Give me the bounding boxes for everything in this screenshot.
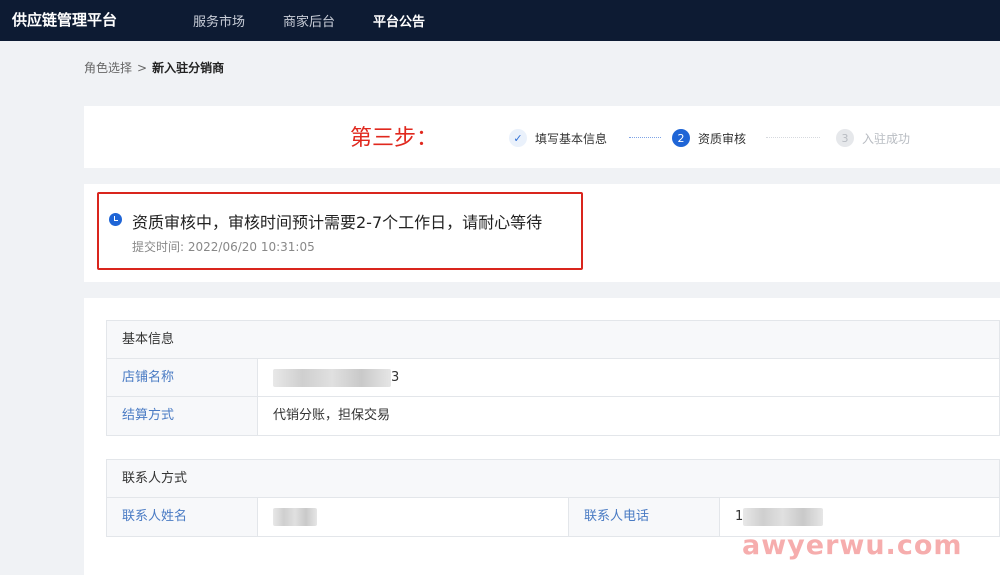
basic-info-title: 基本信息: [107, 321, 999, 359]
step-qualification-review: 2 资质审核: [672, 128, 746, 148]
step-connector: [629, 137, 661, 138]
redacted-text: [273, 507, 317, 526]
step-connector: [766, 137, 820, 138]
table-row: 店铺名称 3: [107, 359, 999, 397]
settlement-value: 代销分账，担保交易: [273, 408, 391, 423]
submit-time-label: 提交时间:: [132, 240, 185, 254]
steps-card: 第三步： ✓ 填写基本信息 2 资质审核 3 入驻成功: [84, 106, 1000, 168]
contact-name-value: [258, 498, 569, 536]
contact-table: 联系人方式 联系人姓名 联系人电话 1: [106, 459, 1000, 537]
step-label: 入驻成功: [862, 131, 911, 146]
step-success: 3 入驻成功: [836, 128, 910, 148]
contact-title: 联系人方式: [107, 460, 999, 498]
step-number-icon: 3: [836, 129, 854, 147]
basic-info-table: 基本信息 店铺名称 3 结算方式 代销分账，担保交易: [106, 320, 1000, 436]
redacted-text: [273, 368, 391, 387]
step-label: 资质审核: [698, 131, 747, 146]
nav-platform-announcement[interactable]: 平台公告: [373, 11, 425, 30]
top-navbar: 供应链管理平台 服务市场 商家后台 平台公告: [0, 0, 1000, 41]
redacted-text: [743, 507, 824, 526]
status-card: 资质审核中，审核时间预计需要2-7个工作日，请耐心等待 提交时间: 2022/0…: [84, 184, 1000, 282]
contact-phone-head: 1: [735, 509, 744, 524]
step-annotation: 第三步：: [350, 126, 439, 151]
table-row: 结算方式 代销分账，担保交易: [107, 397, 999, 435]
contact-phone-label: 联系人电话: [569, 498, 720, 536]
nav-service-market[interactable]: 服务市场: [193, 11, 245, 30]
breadcrumb: 角色选择 > 新入驻分销商: [84, 59, 224, 76]
check-icon: ✓: [509, 129, 527, 147]
nav-merchant-backend[interactable]: 商家后台: [283, 11, 335, 30]
store-name-tail: 3: [391, 370, 400, 385]
submit-time-value: 2022/06/20 10:31:05: [187, 240, 315, 254]
store-name-value: 3: [258, 359, 999, 396]
step-number-icon: 2: [672, 129, 690, 147]
clock-icon: [109, 213, 122, 226]
contact-name-label: 联系人姓名: [107, 498, 258, 536]
breadcrumb-current: 新入驻分销商: [152, 61, 225, 75]
status-message: 资质审核中，审核时间预计需要2-7个工作日，请耐心等待: [132, 213, 543, 232]
submit-time: 提交时间: 2022/06/20 10:31:05: [132, 238, 315, 255]
watermark: awyerwu.com: [742, 530, 963, 561]
store-name-label: 店铺名称: [107, 359, 258, 396]
breadcrumb-role-select[interactable]: 角色选择: [84, 61, 132, 75]
step-label: 填写基本信息: [535, 131, 608, 146]
breadcrumb-separator: >: [137, 61, 148, 75]
status-highlight-box: 资质审核中，审核时间预计需要2-7个工作日，请耐心等待 提交时间: 2022/0…: [97, 192, 583, 270]
step-basic-info: ✓ 填写基本信息: [509, 128, 607, 148]
brand-title: 供应链管理平台: [12, 11, 118, 29]
settlement-label: 结算方式: [107, 397, 258, 435]
